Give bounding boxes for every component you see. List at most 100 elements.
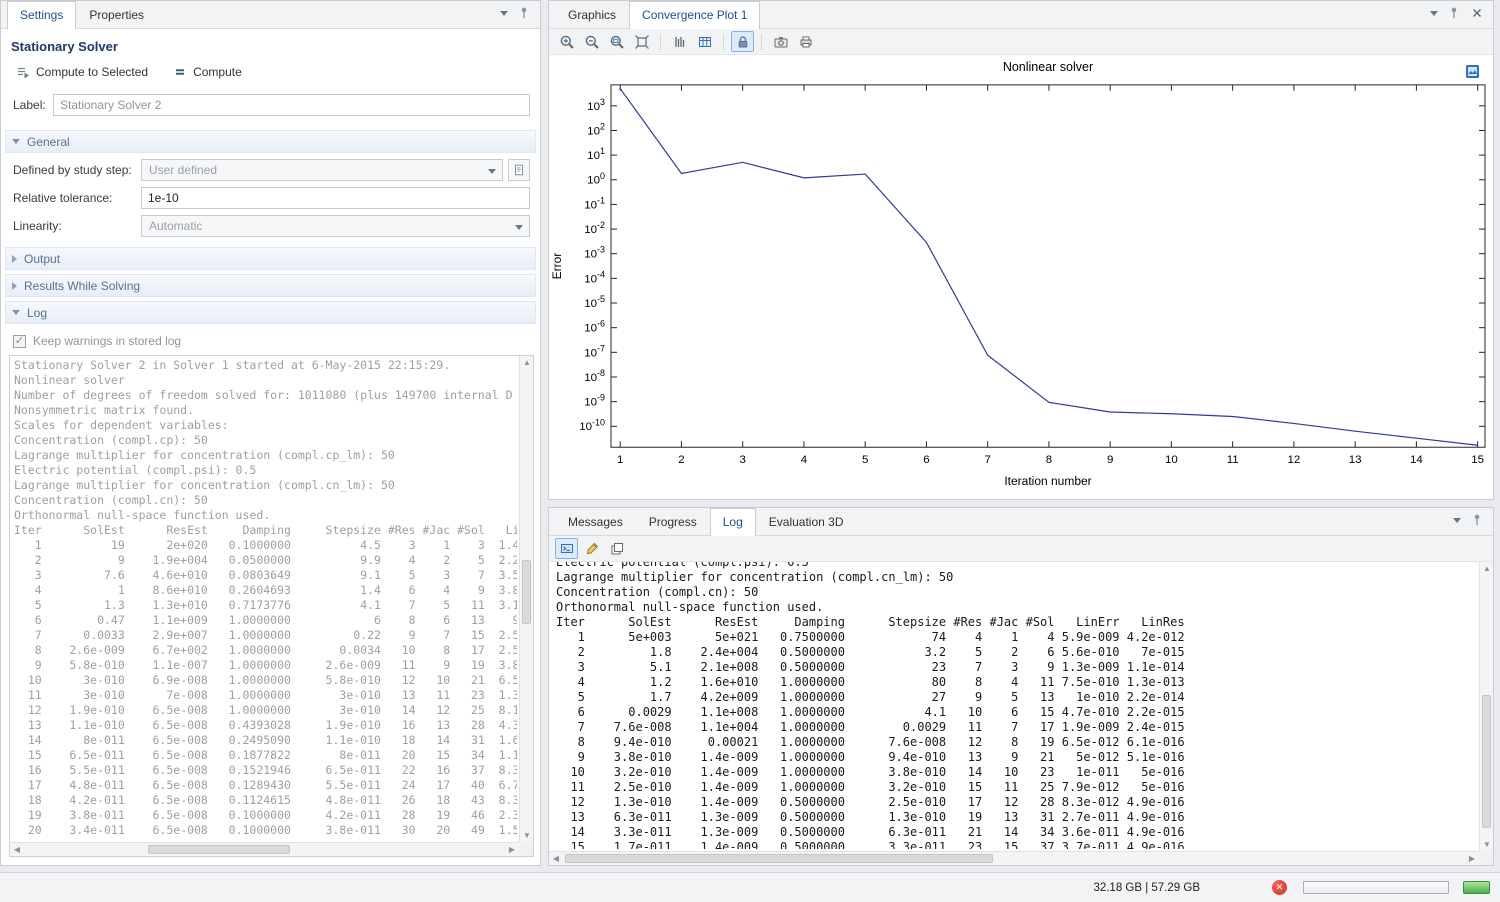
log-hscrollbar[interactable]: ◀ ▶ [549, 851, 1479, 865]
pin-icon[interactable] [517, 6, 531, 20]
scrollbar-corner [519, 842, 533, 856]
label-caption: Label: [13, 98, 53, 112]
compute-toolbar: Compute to Selected Compute [11, 62, 540, 82]
relative-tolerance-row: Relative tolerance: [13, 187, 530, 209]
scroll-thumb[interactable] [565, 854, 993, 863]
section-log-header[interactable]: Log [5, 301, 536, 324]
section-results-while-solving-header[interactable]: Results While Solving [5, 274, 536, 297]
svg-text:2: 2 [678, 454, 684, 466]
defined-by-select[interactable]: User defined [141, 159, 503, 181]
graphics-panel: Graphics Convergence Plot 1 [548, 0, 1494, 500]
linearity-select[interactable]: Automatic [141, 215, 530, 237]
log-window-text: Electric potential (compl.psi): 0.5 Lagr… [556, 562, 1476, 849]
scroll-up-icon[interactable]: ▲ [520, 356, 534, 369]
scroll-left-icon[interactable]: ◀ [10, 843, 24, 856]
tab-graphics[interactable]: Graphics [555, 1, 629, 28]
svg-text:102: 102 [587, 121, 605, 137]
expand-arrow-icon [12, 282, 17, 290]
svg-text:5: 5 [862, 454, 868, 466]
scroll-left-icon[interactable]: ◀ [549, 852, 563, 865]
tab-progress-label: Progress [649, 515, 697, 529]
zoom-out-button[interactable] [580, 31, 603, 52]
tab-convergence-plot-1[interactable]: Convergence Plot 1 [629, 1, 760, 29]
table-button[interactable] [693, 31, 716, 52]
section-log-title: Log [27, 306, 47, 320]
snapshot-button[interactable] [769, 31, 792, 52]
panel-menu-chevron-icon[interactable] [1430, 11, 1438, 16]
solver-log-hscrollbar[interactable]: ◀ ▶ [10, 842, 519, 856]
scroll-down-icon[interactable]: ▼ [1480, 838, 1493, 851]
toolbar-separator [723, 34, 724, 50]
svg-text:1: 1 [617, 454, 623, 466]
svg-text:Error: Error [550, 253, 564, 280]
svg-text:10-8: 10-8 [584, 368, 605, 384]
linearity-value: Automatic [149, 219, 202, 233]
zoom-in-button[interactable] [555, 31, 578, 52]
tab-properties[interactable]: Properties [76, 1, 157, 28]
label-input[interactable] [53, 94, 530, 116]
go-to-study-button[interactable] [508, 159, 530, 181]
scroll-down-icon[interactable]: ▼ [520, 829, 534, 842]
snapshot-icon [773, 34, 789, 50]
tab-messages[interactable]: Messages [555, 508, 636, 535]
solver-log-text: Stationary Solver 2 in Solver 1 started … [14, 358, 517, 840]
auto-scroll-button[interactable] [555, 538, 578, 559]
tab-evaluation-3d[interactable]: Evaluation 3D [756, 508, 857, 535]
info-panel: Messages Progress Log Evaluation 3D [548, 507, 1494, 866]
section-general-header[interactable]: General [5, 130, 536, 153]
info-tabbar-controls [1453, 513, 1493, 535]
tab-progress[interactable]: Progress [636, 508, 710, 535]
tab-log-label: Log [723, 515, 743, 529]
panel-menu-chevron-icon[interactable] [1453, 518, 1461, 523]
close-icon[interactable] [1470, 6, 1484, 20]
axis-lines-button[interactable] [668, 31, 691, 52]
zoom-in-icon [559, 34, 575, 50]
zoom-box-button[interactable] [605, 31, 628, 52]
svg-text:10-9: 10-9 [584, 393, 605, 409]
relative-tolerance-input[interactable] [141, 187, 530, 209]
pin-icon[interactable] [1470, 513, 1484, 527]
svg-text:101: 101 [587, 146, 605, 162]
section-general-title: General [27, 135, 70, 149]
svg-text:10-1: 10-1 [584, 195, 605, 211]
zoom-extents-button[interactable] [630, 31, 653, 52]
tab-log[interactable]: Log [710, 508, 756, 536]
svg-text:10-10: 10-10 [579, 417, 605, 433]
svg-text:4: 4 [801, 454, 808, 466]
print-button[interactable] [794, 31, 817, 52]
log-vscrollbar[interactable]: ▲ ▼ [1479, 562, 1493, 851]
pin-icon[interactable] [1447, 6, 1461, 20]
clear-error-button[interactable]: ✕ [1272, 880, 1287, 895]
section-output-header[interactable]: Output [5, 247, 536, 270]
info-tabbar: Messages Progress Log Evaluation 3D [549, 508, 1493, 536]
scroll-thumb[interactable] [522, 560, 531, 624]
compute-to-selected-button[interactable]: Compute to Selected [11, 62, 152, 82]
scroll-right-icon[interactable]: ▶ [505, 843, 519, 856]
keep-warnings-checkbox[interactable]: ✓ [13, 335, 26, 348]
lock-axes-button[interactable] [731, 31, 754, 52]
defined-by-row: Defined by study step: User defined [13, 159, 530, 181]
compute-button[interactable]: Compute [168, 62, 246, 82]
svg-text:12: 12 [1288, 454, 1301, 466]
panel-menu-chevron-icon[interactable] [500, 11, 508, 16]
svg-text:8: 8 [1046, 454, 1052, 466]
tab-settings[interactable]: Settings [7, 1, 76, 29]
svg-text:10-5: 10-5 [584, 294, 605, 310]
toolbar-separator [761, 34, 762, 50]
keep-warnings-row: ✓ Keep warnings in stored log [13, 334, 530, 348]
clear-log-button[interactable] [580, 538, 603, 559]
linearity-row: Linearity: Automatic [13, 215, 530, 237]
scroll-up-icon[interactable]: ▲ [1480, 562, 1493, 575]
copy-log-button[interactable] [605, 538, 628, 559]
scroll-thumb[interactable] [148, 845, 290, 854]
solver-log-vscrollbar[interactable]: ▲ ▼ [519, 356, 533, 842]
go-to-study-icon [512, 163, 526, 177]
scroll-right-icon[interactable]: ▶ [1465, 852, 1479, 865]
settings-tabbar: Settings Properties [1, 1, 540, 29]
svg-text:Iteration number: Iteration number [1004, 474, 1091, 488]
memory-indicator-icon [1463, 881, 1490, 894]
convergence-plot[interactable]: Nonlinear solver10310210110010-110-210-3… [549, 55, 1493, 499]
progress-bar [1303, 881, 1449, 894]
tab-messages-label: Messages [568, 515, 623, 529]
scroll-thumb[interactable] [1482, 695, 1491, 828]
